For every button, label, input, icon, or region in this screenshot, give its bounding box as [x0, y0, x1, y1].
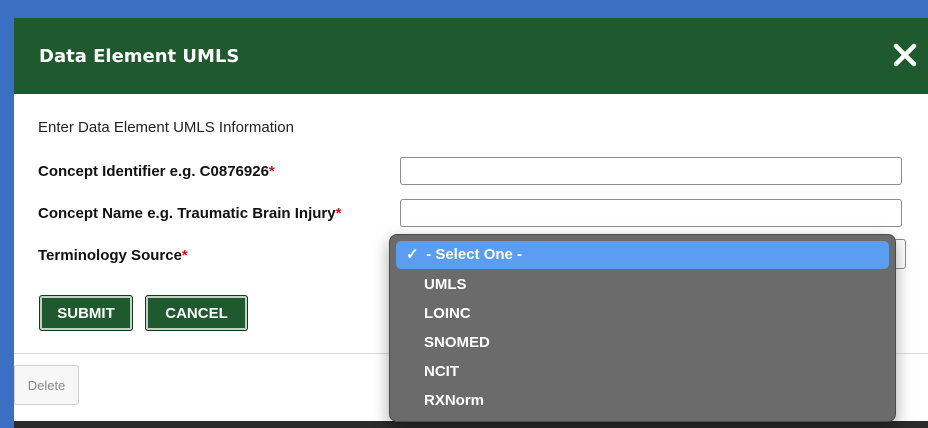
terminology-source-dropdown[interactable]: ✓ - Select One - UMLS LOINC SNOMED NCIT … — [389, 234, 896, 422]
concept-identifier-label: Concept Identifier e.g. C0876926* — [38, 163, 275, 180]
dialog-title: Data Element UMLS — [39, 46, 240, 67]
cancel-button[interactable]: CANCEL — [145, 295, 248, 331]
option-select-one[interactable]: ✓ - Select One - — [396, 241, 889, 269]
submit-button[interactable]: SUBMIT — [39, 295, 133, 331]
required-asterisk: * — [335, 205, 342, 222]
concept-name-input[interactable] — [400, 199, 902, 227]
dialog-header: Data Element UMLS — [14, 18, 928, 94]
delete-button[interactable]: Delete — [14, 365, 79, 405]
terminology-source-label: Terminology Source* — [38, 247, 188, 264]
option-snomed[interactable]: SNOMED — [396, 329, 889, 357]
option-ncit[interactable]: NCIT — [396, 358, 889, 386]
close-icon — [893, 43, 917, 67]
dialog-intro-text: Enter Data Element UMLS Information — [38, 119, 294, 136]
close-button[interactable] — [888, 38, 922, 72]
option-umls[interactable]: UMLS — [396, 271, 889, 299]
checkmark-icon: ✓ — [406, 246, 419, 263]
option-rxnorm[interactable]: RXNorm — [396, 387, 889, 415]
required-asterisk: * — [268, 163, 275, 180]
page-bottom-bar — [14, 421, 928, 428]
concept-identifier-input[interactable] — [400, 157, 902, 185]
concept-name-label: Concept Name e.g. Traumatic Brain Injury… — [38, 205, 342, 222]
option-loinc[interactable]: LOINC — [396, 300, 889, 328]
required-asterisk: * — [181, 247, 188, 264]
